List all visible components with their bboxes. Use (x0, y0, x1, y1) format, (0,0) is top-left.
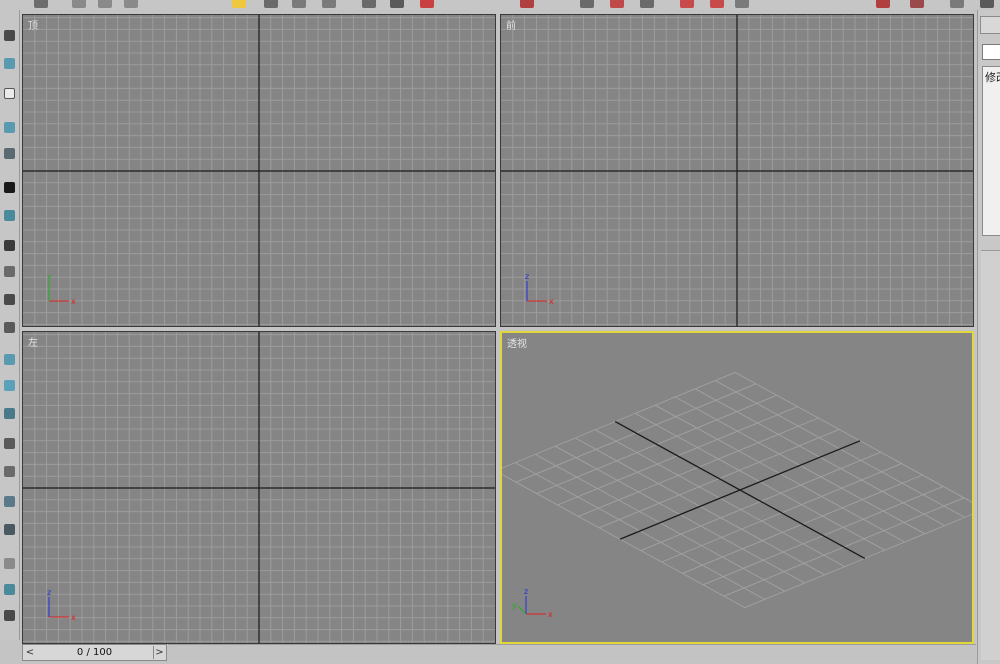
mirror-icon[interactable] (876, 0, 890, 8)
tool-icon-15[interactable] (4, 438, 15, 449)
move-icon[interactable] (362, 0, 376, 8)
tool-icon-17[interactable] (4, 496, 15, 507)
snap-icon[interactable] (580, 0, 594, 8)
axis-z-label: z (47, 588, 51, 597)
select-by-name-icon[interactable] (264, 0, 278, 8)
window-crossing-icon[interactable] (322, 0, 336, 8)
angle-snap-icon[interactable] (610, 0, 624, 8)
modify-tab-label: 修改 (985, 71, 1000, 84)
axis-x-label: x (549, 297, 554, 306)
region-select-icon[interactable] (292, 0, 306, 8)
axis-y-label: y (512, 601, 517, 610)
layer-icon[interactable] (950, 0, 964, 8)
command-panel-rollout (981, 250, 1000, 660)
tool-icon-6[interactable] (4, 182, 15, 193)
align-icon[interactable] (910, 0, 924, 8)
tool-icon-20[interactable] (4, 584, 15, 595)
tool-icon-12[interactable] (4, 354, 15, 365)
axis-x-label: x (71, 297, 76, 306)
link-icon[interactable] (72, 0, 86, 8)
axis-z-label: z (525, 272, 529, 281)
time-slider-prev-button[interactable]: < (24, 646, 36, 659)
curve-editor-icon[interactable] (980, 0, 994, 8)
tool-icon-10[interactable] (4, 294, 15, 305)
axis-x-label: x (548, 610, 553, 619)
tool-icon-1[interactable] (4, 30, 15, 41)
left-toolbar (0, 10, 20, 640)
rotate-icon[interactable] (390, 0, 404, 8)
tool-icon-5[interactable] (4, 148, 15, 159)
manipulate-icon[interactable] (520, 0, 534, 8)
axis-z-label: z (524, 587, 528, 596)
axis-tripod-icon: xz (47, 588, 76, 622)
modifier-list[interactable]: 修改 (982, 66, 1000, 236)
tool-icon-9[interactable] (4, 266, 15, 277)
tool-icon-18[interactable] (4, 524, 15, 535)
viewport-top[interactable]: 顶 xy (22, 14, 496, 327)
spelling-icon[interactable] (735, 0, 749, 8)
tool-icon-7[interactable] (4, 210, 15, 221)
app-window: 顶 xy 前 xz 左 xz 透视 xzy 修改 < 0 / 100 > (0, 0, 1000, 664)
command-panel: 修改 (977, 10, 1000, 664)
tool-icon-21[interactable] (4, 610, 15, 621)
axis-y-line (517, 605, 527, 615)
axis-y-label: y (47, 272, 52, 281)
tool-icon-2[interactable] (4, 58, 15, 69)
time-slider[interactable]: < 0 / 100 > (22, 644, 167, 661)
tool-icon-8[interactable] (4, 240, 15, 251)
track-bar[interactable] (168, 644, 976, 661)
axis-tripod-icon: xz (525, 272, 554, 306)
axis-tripod-icon: xy (47, 272, 76, 306)
tool-icon-16[interactable] (4, 466, 15, 477)
tool-icon-14[interactable] (4, 408, 15, 419)
tool-icon-13[interactable] (4, 380, 15, 391)
object-name-field[interactable] (982, 44, 1000, 60)
create-tab-icon[interactable] (980, 16, 1000, 34)
main-toolbar (0, 0, 1000, 10)
tool-icon-19[interactable] (4, 558, 15, 569)
undo-icon[interactable] (34, 0, 48, 8)
viewport-front[interactable]: 前 xz (500, 14, 974, 327)
spinner-snap-icon[interactable] (680, 0, 694, 8)
time-slider-value: 0 / 100 (76, 647, 113, 658)
axis-tripod-icon: x zy (512, 587, 553, 619)
viewport-perspective[interactable]: 透视 xzy (500, 331, 974, 644)
tool-icon-11[interactable] (4, 322, 15, 333)
select-object-icon[interactable] (232, 0, 246, 8)
viewport-left[interactable]: 左 xz (22, 331, 496, 644)
percent-snap-icon[interactable] (640, 0, 654, 8)
axis-x-label: x (71, 613, 76, 622)
tool-icon-4[interactable] (4, 122, 15, 133)
tool-icon-3[interactable] (4, 88, 15, 99)
time-slider-next-button[interactable]: > (153, 646, 165, 659)
unlink-icon[interactable] (98, 0, 112, 8)
scale-icon[interactable] (420, 0, 434, 8)
named-selection-icon[interactable] (710, 0, 724, 8)
bind-icon[interactable] (124, 0, 138, 8)
